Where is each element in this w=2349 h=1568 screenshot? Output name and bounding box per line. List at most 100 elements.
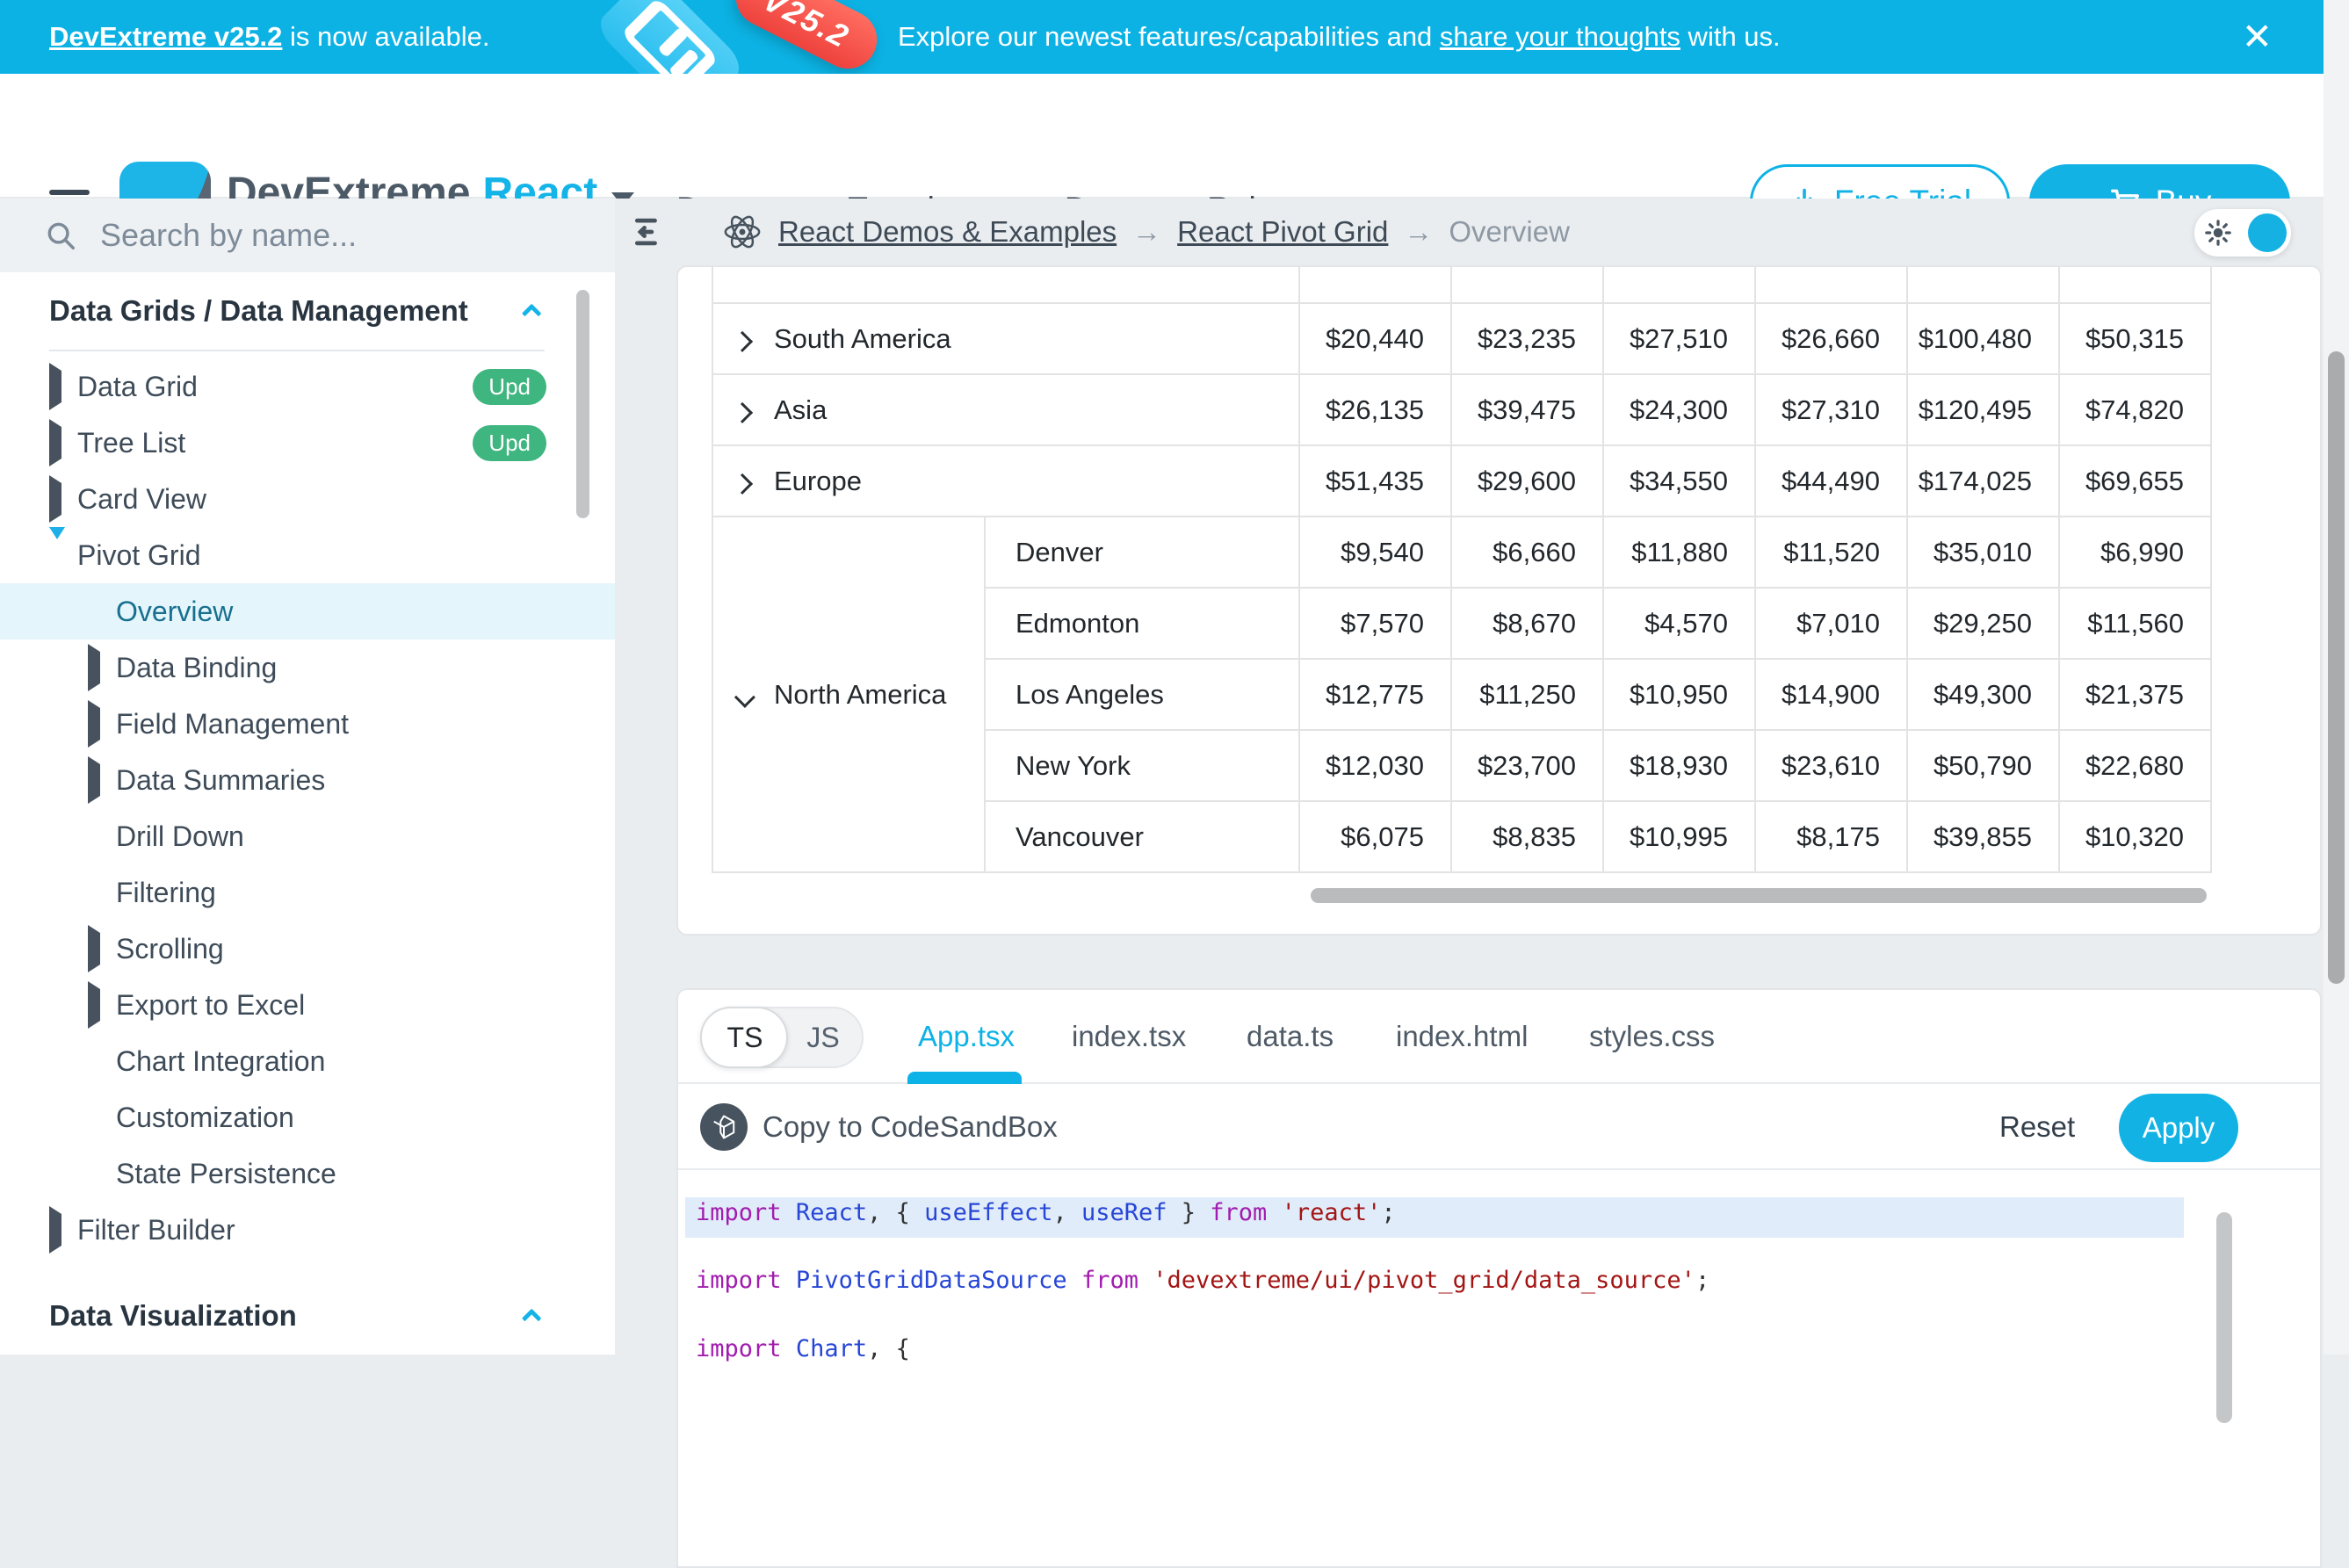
sidebar-scrollbar[interactable]	[576, 290, 589, 518]
collapse-icon[interactable]	[734, 686, 755, 707]
tab-styles-css[interactable]: styles.css	[1589, 990, 1715, 1082]
pivot-grid-demo: South America $20,440$23,235$27,510$26,6…	[676, 265, 2322, 936]
sidebar-item-pivot-grid[interactable]: Pivot Grid	[0, 527, 615, 583]
triangle-right-icon	[88, 756, 100, 804]
main-content: React Demos & Examples → React Pivot Gri…	[615, 199, 2324, 1355]
sidebar: Data Grids / Data Management Data GridUp…	[0, 199, 615, 1355]
pivot-grid-table: South America $20,440$23,235$27,510$26,6…	[712, 267, 2212, 873]
triangle-right-icon	[49, 475, 61, 523]
share-thoughts-link[interactable]: share your thoughts	[1440, 21, 1680, 53]
codesandbox-icon[interactable]	[700, 1103, 748, 1151]
section-data-visualization[interactable]: Data Visualization	[0, 1277, 615, 1355]
row-europe[interactable]: Europe	[712, 445, 1299, 517]
code-toolbar: Copy to CodeSandBox Reset Apply	[678, 1084, 2320, 1170]
tab-index-tsx[interactable]: index.tsx	[1072, 990, 1186, 1082]
active-tab-indicator	[907, 1072, 1022, 1084]
sidebar-item-chart-integration[interactable]: Chart Integration	[0, 1033, 615, 1089]
code-scrollbar[interactable]	[2216, 1212, 2232, 1423]
sidebar-item-filtering[interactable]: Filtering	[0, 864, 615, 921]
lang-ts[interactable]: TS	[702, 1008, 788, 1066]
sidebar-item-tree-list[interactable]: Tree ListUpd	[0, 415, 615, 471]
breadcrumb-current: Overview	[1449, 215, 1570, 249]
sun-icon	[2205, 220, 2231, 246]
sidebar-item-data-grid[interactable]: Data GridUpd	[0, 358, 615, 415]
section-data-grids[interactable]: Data Grids / Data Management	[0, 272, 615, 350]
code-line: import React, { useEffect, useRef } from…	[696, 1199, 1396, 1226]
table-row: Europe $51,435$29,600$34,550$44,490$174,…	[712, 445, 2211, 517]
app-header: JS DevExtremeReact by DevExpress Demos T…	[0, 74, 2324, 199]
table-row-clipped	[712, 267, 2211, 303]
upd-badge: Upd	[473, 425, 546, 461]
code-line: import Chart, {	[696, 1335, 910, 1362]
sidebar-item-card-view[interactable]: Card View	[0, 471, 615, 527]
collapse-sidebar-icon[interactable]	[631, 213, 669, 251]
close-icon[interactable]: ✕	[2242, 16, 2273, 58]
page-scrollbar[interactable]	[2324, 0, 2349, 1355]
sidebar-item-overview[interactable]: Overview	[0, 583, 615, 639]
scrollbar-thumb[interactable]	[2328, 351, 2345, 984]
sidebar-item-export-to-excel[interactable]: Export to Excel	[0, 977, 615, 1033]
react-icon	[722, 212, 763, 252]
code-panel: TS JS App.tsx index.tsx data.ts index.ht…	[676, 988, 2322, 1568]
sidebar-item-scrolling[interactable]: Scrolling	[0, 921, 615, 977]
breadcrumb-separator: →	[1404, 215, 1433, 249]
copy-to-codesandbox-button[interactable]: Copy to CodeSandBox	[763, 1084, 1058, 1170]
row-north-america[interactable]: North America	[712, 517, 985, 872]
row-new-york[interactable]: New York	[985, 730, 1299, 801]
tab-app-tsx[interactable]: App.tsx	[918, 990, 1015, 1082]
devextreme-box-icon	[593, 0, 747, 74]
search-bar	[0, 199, 615, 272]
theme-toggle[interactable]	[2194, 209, 2291, 257]
triangle-right-icon	[88, 700, 100, 748]
promo-banner: DevExtreme v25.2 is now available. V25.2…	[0, 0, 2324, 74]
row-south-america[interactable]: South America	[712, 303, 1299, 374]
triangle-right-icon	[88, 981, 100, 1029]
chevron-up-icon	[522, 1309, 542, 1329]
expand-icon[interactable]	[732, 401, 753, 423]
row-vancouver[interactable]: Vancouver	[985, 801, 1299, 872]
horizontal-scrollbar[interactable]	[1311, 888, 2207, 903]
breadcrumb-pivot-grid-link[interactable]: React Pivot Grid	[1177, 215, 1388, 249]
triangle-right-icon	[49, 363, 61, 410]
table-row: Asia $26,135$39,475$24,300$27,310$120,49…	[712, 374, 2211, 445]
sidebar-item-data-binding[interactable]: Data Binding	[0, 639, 615, 696]
sidebar-nav-list: Data Grids / Data Management Data GridUp…	[0, 272, 615, 1355]
expand-icon[interactable]	[732, 473, 753, 494]
triangle-right-icon	[49, 1206, 61, 1254]
triangle-right-icon	[88, 925, 100, 972]
breadcrumb-separator: →	[1132, 215, 1161, 249]
code-tabs-bar: TS JS App.tsx index.tsx data.ts index.ht…	[678, 990, 2320, 1084]
table-row: South America $20,440$23,235$27,510$26,6…	[712, 303, 2211, 374]
upd-badge: Upd	[473, 369, 546, 405]
search-input[interactable]	[100, 217, 557, 254]
divider	[49, 350, 545, 351]
row-asia[interactable]: Asia	[712, 374, 1299, 445]
search-icon	[44, 219, 77, 252]
banner-center-text: Explore our newest features/capabilities…	[898, 0, 1781, 74]
banner-version-link[interactable]: DevExtreme v25.2	[49, 21, 282, 53]
sidebar-item-data-summaries[interactable]: Data Summaries	[0, 752, 615, 808]
row-edmonton[interactable]: Edmonton	[985, 588, 1299, 659]
row-los-angeles[interactable]: Los Angeles	[985, 659, 1299, 730]
lang-js[interactable]: JS	[784, 1008, 862, 1066]
code-editor[interactable]: import React, { useEffect, useRef } from…	[678, 1170, 2320, 1568]
sidebar-item-drill-down[interactable]: Drill Down	[0, 808, 615, 864]
table-row: North America Denver $9,540$6,660$11,880…	[712, 517, 2211, 588]
apply-button[interactable]: Apply	[2119, 1094, 2238, 1162]
banner-left-text: DevExtreme v25.2 is now available.	[49, 0, 490, 74]
sidebar-item-state-persistence[interactable]: State Persistence	[0, 1145, 615, 1202]
breadcrumb-demos-link[interactable]: React Demos & Examples	[778, 215, 1117, 249]
toggle-knob	[2248, 213, 2287, 252]
triangle-down-icon	[49, 527, 65, 571]
tab-data-ts[interactable]: data.ts	[1247, 990, 1334, 1082]
triangle-right-icon	[88, 644, 100, 691]
sidebar-item-filter-builder[interactable]: Filter Builder	[0, 1202, 615, 1258]
language-switch[interactable]: TS JS	[700, 1007, 864, 1068]
sidebar-item-field-management[interactable]: Field Management	[0, 696, 615, 752]
tab-index-html[interactable]: index.html	[1396, 990, 1528, 1082]
expand-icon[interactable]	[732, 330, 753, 351]
reset-button[interactable]: Reset	[1999, 1084, 2075, 1170]
breadcrumb: React Demos & Examples → React Pivot Gri…	[615, 199, 2324, 265]
row-denver[interactable]: Denver	[985, 517, 1299, 588]
sidebar-item-customization[interactable]: Customization	[0, 1089, 615, 1145]
